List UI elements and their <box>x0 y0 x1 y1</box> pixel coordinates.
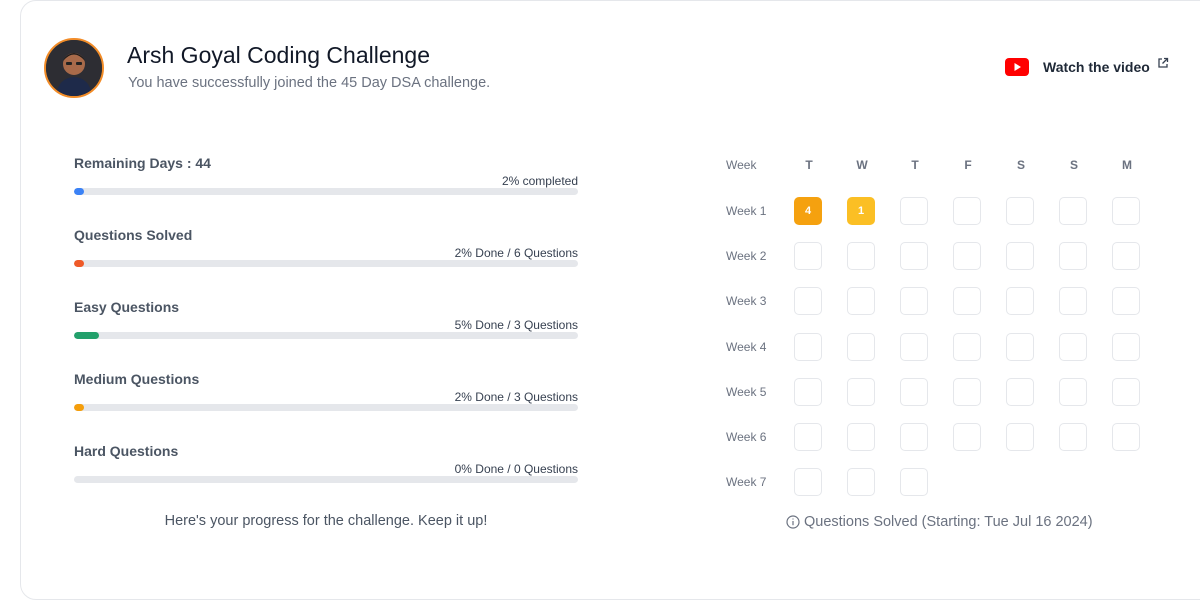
progress-status: 2% Done / 6 Questions <box>454 246 578 260</box>
progress-track <box>74 404 578 411</box>
progress-label: Medium Questions <box>74 371 200 387</box>
calendar-day-cell[interactable] <box>953 377 981 406</box>
calendar-day-cell[interactable] <box>1112 242 1140 271</box>
day-header: M <box>1122 158 1132 172</box>
calendar-day-cell[interactable] <box>1006 287 1034 316</box>
calendar-day-cell[interactable] <box>1006 423 1034 451</box>
calendar-day-cell[interactable] <box>794 332 822 361</box>
calendar-day-cell[interactable]: 4 <box>794 197 822 225</box>
calendar-day-cell[interactable] <box>1006 377 1034 406</box>
calendar-day-cell[interactable] <box>900 287 928 316</box>
progress-status: 2% completed <box>501 174 578 188</box>
week-label: Week 1 <box>726 204 767 218</box>
calendar-day-cell[interactable] <box>847 242 875 271</box>
external-link-icon <box>1157 56 1169 68</box>
calendar-day-cell[interactable] <box>1112 332 1140 361</box>
calendar-day-cell[interactable] <box>1006 242 1034 271</box>
calendar-day-cell[interactable] <box>1059 197 1087 225</box>
progress-status: 2% Done / 3 Questions <box>454 390 578 404</box>
progress-footer: Here's your progress for the challenge. … <box>164 513 488 529</box>
calendar-day-cell[interactable] <box>900 377 928 406</box>
calendar-day-cell[interactable] <box>847 332 875 361</box>
week-label: Week 3 <box>726 294 767 309</box>
progress-track <box>74 332 578 339</box>
calendar-day-cell[interactable] <box>900 468 928 497</box>
calendar-day-cell[interactable] <box>900 197 928 225</box>
week-column-header: Week <box>726 158 757 172</box>
progress-track <box>74 476 578 483</box>
calendar-day-cell[interactable] <box>1112 377 1140 406</box>
week-label: Week 6 <box>726 430 767 444</box>
week-label: Week 2 <box>726 249 767 264</box>
calendar-footer-text: Questions Solved (Starting: Tue Jul 16 2… <box>804 514 1093 530</box>
progress-status: 0% Done / 0 Questions <box>454 462 578 476</box>
watch-video-link[interactable]: Watch the video <box>1005 56 1169 76</box>
day-header: T <box>805 158 813 172</box>
calendar-day-cell[interactable] <box>1112 423 1140 451</box>
calendar-day-cell[interactable] <box>1059 377 1087 406</box>
calendar-day-cell[interactable] <box>794 287 822 316</box>
progress-fill <box>74 260 85 267</box>
week-label: Week 4 <box>726 339 767 354</box>
progress-fill <box>74 332 100 339</box>
progress-medium-questions: Medium Questions 2% Done / 3 Questions <box>74 371 578 421</box>
day-header: F <box>964 158 972 172</box>
progress-label: Easy Questions <box>74 299 180 315</box>
progress-status: 5% Done / 3 Questions <box>454 318 578 332</box>
calendar-day-cell[interactable] <box>900 242 928 271</box>
youtube-icon <box>1005 58 1029 76</box>
progress-questions-solved: Questions Solved 2% Done / 6 Questions <box>74 227 578 277</box>
calendar-footer: Questions Solved (Starting: Tue Jul 16 2… <box>786 514 1093 530</box>
calendar-day-cell[interactable] <box>1059 287 1087 316</box>
calendar-day-cell[interactable] <box>1006 197 1034 225</box>
calendar-day-cell[interactable] <box>794 423 822 451</box>
info-icon <box>786 515 800 529</box>
calendar-day-cell[interactable] <box>953 242 981 271</box>
page-subtitle: You have successfully joined the 45 Day … <box>128 75 491 91</box>
progress-label: Remaining Days : 44 <box>74 155 211 171</box>
progress-label: Questions Solved <box>74 227 193 243</box>
calendar-day-cell[interactable] <box>1059 332 1087 361</box>
calendar-day-cell[interactable] <box>900 332 928 361</box>
day-header: S <box>1016 158 1025 172</box>
progress-hard-questions: Hard Questions 0% Done / 0 Questions <box>74 443 578 493</box>
calendar-day-cell[interactable] <box>794 242 822 271</box>
calendar-day-cell[interactable] <box>1112 197 1140 225</box>
progress-easy-questions: Easy Questions 5% Done / 3 Questions <box>74 299 578 349</box>
calendar-day-cell[interactable] <box>1059 242 1087 271</box>
calendar-day-cell[interactable] <box>953 197 981 225</box>
progress-track <box>74 260 578 267</box>
calendar-day-cell[interactable] <box>953 332 981 361</box>
calendar-day-cell[interactable] <box>794 468 822 497</box>
calendar-day-cell[interactable] <box>847 423 875 451</box>
progress-track <box>74 188 578 195</box>
calendar-day-cell[interactable] <box>953 423 981 451</box>
day-header: W <box>856 158 868 172</box>
calendar-day-cell[interactable] <box>953 287 981 316</box>
calendar-day-cell[interactable] <box>847 377 875 406</box>
calendar-day-cell[interactable] <box>847 287 875 316</box>
calendar-day-cell[interactable] <box>794 377 822 406</box>
calendar-day-cell[interactable] <box>1006 332 1034 361</box>
day-header: S <box>1069 158 1078 172</box>
page-title: Arsh Goyal Coding Challenge <box>127 42 431 68</box>
progress-remaining-days: Remaining Days : 44 2% completed <box>74 155 578 205</box>
progress-fill <box>74 404 85 411</box>
calendar-day-cell[interactable]: 1 <box>847 197 875 225</box>
day-header: T <box>911 158 919 172</box>
user-avatar <box>44 38 104 98</box>
week-label: Week 7 <box>726 475 767 490</box>
calendar-day-cell[interactable] <box>1059 423 1087 451</box>
calendar-day-cell[interactable] <box>1112 287 1140 316</box>
week-label: Week 5 <box>726 384 767 399</box>
progress-fill <box>74 188 85 195</box>
calendar-day-cell[interactable] <box>847 468 875 497</box>
challenge-header: Arsh Goyal Coding Challenge You have suc… <box>0 0 1200 110</box>
watch-video-label: Watch the video <box>1043 59 1150 75</box>
progress-label: Hard Questions <box>74 443 179 459</box>
calendar-day-cell[interactable] <box>900 423 928 451</box>
